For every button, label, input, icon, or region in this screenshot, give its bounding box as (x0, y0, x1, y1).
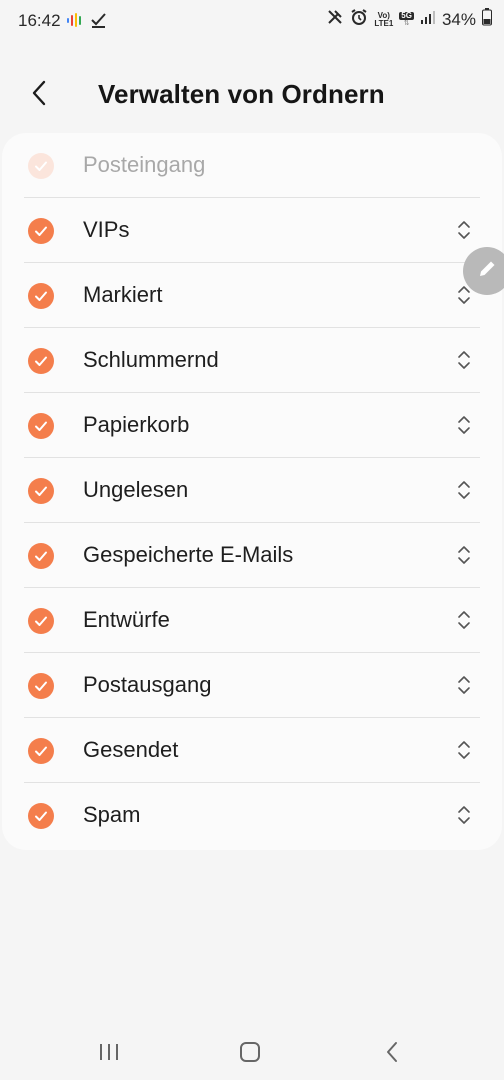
folder-label: Spam (83, 802, 141, 827)
mute-vibrate-icon (326, 8, 344, 31)
checkmark-icon (35, 616, 47, 626)
folder-checkbox (28, 153, 54, 179)
reorder-icon (458, 416, 470, 434)
nav-back-icon (387, 1042, 397, 1062)
reorder-icon (458, 676, 470, 694)
folder-label: Schlummernd (83, 347, 219, 372)
reorder-icon (458, 546, 470, 564)
reorder-handle[interactable] (450, 346, 478, 374)
folder-row-markiert[interactable]: Markiert (2, 263, 502, 328)
folder-row-spam[interactable]: Spam (2, 783, 502, 848)
chevron-left-icon (29, 79, 49, 112)
system-nav-bar (0, 1022, 504, 1080)
folder-checkbox[interactable] (28, 803, 54, 829)
checkmark-icon (35, 356, 47, 366)
folder-label: Markiert (83, 282, 163, 307)
checkmark-icon (35, 681, 47, 691)
reorder-handle[interactable] (450, 736, 478, 764)
reorder-handle[interactable] (450, 671, 478, 699)
folder-row-papierkorb[interactable]: Papierkorb (2, 393, 502, 458)
reorder-icon (458, 351, 470, 369)
folder-label: Papierkorb (83, 412, 190, 437)
reorder-icon (458, 741, 470, 759)
folder-checkbox[interactable] (28, 738, 54, 764)
home-icon (240, 1042, 260, 1062)
folder-checkbox[interactable] (28, 283, 54, 309)
folder-row-posteingang: Posteingang (2, 133, 502, 198)
back-button[interactable] (22, 78, 56, 112)
battery-icon (482, 8, 492, 31)
pencil-icon (476, 258, 498, 285)
folder-checkbox[interactable] (28, 413, 54, 439)
folder-row-gespeicherte-e-mails[interactable]: Gespeicherte E-Mails (2, 523, 502, 588)
checkmark-icon (35, 486, 47, 496)
checkmark-icon (35, 551, 47, 561)
folder-checkbox[interactable] (28, 673, 54, 699)
folder-label: VIPs (83, 217, 130, 242)
checkmark-icon (35, 161, 47, 171)
folder-list-card: Posteingang VIPs Markiert Schlummernd Pa… (2, 133, 502, 850)
reorder-handle[interactable] (450, 801, 478, 829)
folder-checkbox[interactable] (28, 608, 54, 634)
reorder-icon (458, 481, 470, 499)
signal-icon (420, 9, 436, 30)
alarm-icon (350, 8, 368, 31)
folder-label: Ungelesen (83, 477, 189, 502)
battery-percent: 34% (441, 9, 476, 29)
checkmark-icon (35, 421, 47, 431)
task-done-icon (90, 11, 108, 34)
home-button[interactable] (230, 1032, 270, 1072)
checkmark-icon (35, 291, 47, 301)
checkmark-icon (35, 226, 47, 236)
reorder-icon (458, 221, 470, 239)
reorder-handle[interactable] (450, 541, 478, 569)
podcast-app-icon (66, 11, 84, 34)
folder-label: Gespeicherte E-Mails (83, 542, 294, 567)
reorder-handle[interactable] (450, 216, 478, 244)
folder-label: Gesendet (83, 737, 179, 762)
folder-checkbox[interactable] (28, 478, 54, 504)
status-left-icons (66, 11, 108, 34)
folder-checkbox[interactable] (28, 348, 54, 374)
checkmark-icon (35, 746, 47, 756)
reorder-icon (458, 611, 470, 629)
folder-label: Entwürfe (83, 607, 170, 632)
status-right-icons: Vo) LTE1 5G ⇅ 34% (326, 8, 492, 31)
recents-button[interactable] (89, 1032, 129, 1072)
folder-checkbox[interactable] (28, 543, 54, 569)
folder-checkbox[interactable] (28, 218, 54, 244)
reorder-icon (458, 806, 470, 824)
page-title: Verwalten von Ordnern (98, 79, 385, 109)
folder-row-entwuerfe[interactable]: Entwürfe (2, 588, 502, 653)
folder-label: Posteingang (83, 152, 206, 177)
folder-row-vips[interactable]: VIPs (2, 198, 502, 263)
folder-row-schlummernd[interactable]: Schlummernd (2, 328, 502, 393)
reorder-handle[interactable] (450, 411, 478, 439)
reorder-handle[interactable] (450, 476, 478, 504)
folder-row-ungelesen[interactable]: Ungelesen (2, 458, 502, 523)
header: Verwalten von Ordnern (0, 64, 504, 124)
status-time: 16:42 (18, 11, 61, 30)
five-g-icon: 5G ⇅ (399, 11, 414, 27)
edit-floating-button[interactable] (463, 247, 504, 295)
folder-row-gesendet[interactable]: Gesendet (2, 718, 502, 783)
nav-back-button[interactable] (372, 1032, 412, 1072)
reorder-handle[interactable] (450, 606, 478, 634)
status-bar: 16:42 Vo) LTE1 5G ⇅ 34% (0, 0, 504, 44)
checkmark-icon (35, 811, 47, 821)
folder-label: Postausgang (83, 672, 212, 697)
folder-row-postausgang[interactable]: Postausgang (2, 653, 502, 718)
recents-icon (100, 1044, 118, 1060)
volte-icon: Vo) LTE1 (374, 10, 394, 28)
